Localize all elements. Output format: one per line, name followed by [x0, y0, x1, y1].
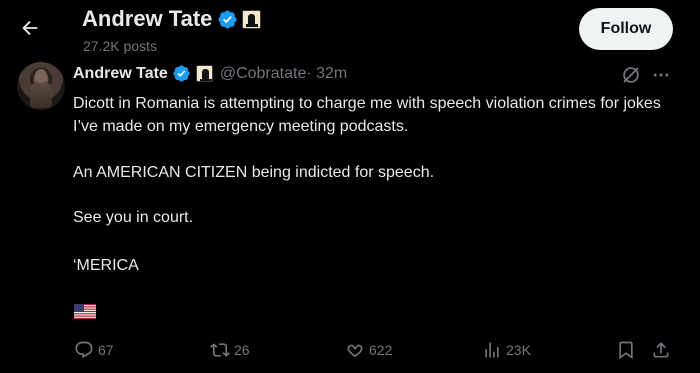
repost-button[interactable]: 26: [210, 336, 250, 364]
like-button[interactable]: 622: [345, 336, 392, 364]
heart-icon: [347, 344, 363, 358]
verified-badge-icon: [218, 10, 237, 28]
header-display-name: Andrew Tate: [82, 6, 213, 31]
bookmark-icon: [619, 341, 633, 360]
tweet-author-handle[interactable]: @Cobratate: [220, 65, 307, 83]
post-count: 27.2K posts: [83, 38, 157, 54]
bookmark-button[interactable]: [616, 336, 636, 364]
avatar-figure-head: [35, 69, 47, 83]
affiliate-badge-icon: [242, 9, 262, 29]
like-count: 622: [369, 342, 393, 358]
back-button[interactable]: [14, 12, 46, 44]
tweet-author-row: Andrew Tate @Cobratate · 32m: [73, 64, 347, 83]
verified-badge-icon: [173, 65, 190, 82]
avatar-figure-body: [30, 82, 52, 108]
arrow-left-icon: [22, 20, 38, 36]
tweet-paragraph: An AMERICAN CITIZEN being indicted for s…: [73, 164, 435, 181]
share-icon: [653, 342, 669, 358]
grok-icon[interactable]: [620, 64, 642, 86]
tweet-paragraph: See you in court.: [73, 209, 194, 226]
more-options-icon[interactable]: [650, 64, 672, 86]
avatar[interactable]: [17, 62, 65, 110]
tweet-paragraph: Dicott in Romania is attempting to charg…: [73, 95, 661, 135]
profile-header: Andrew Tate 27.2K posts Follow: [0, 0, 700, 62]
reply-icon: [75, 341, 93, 359]
share-button[interactable]: [651, 336, 671, 364]
views-button[interactable]: 23K: [482, 336, 531, 364]
affiliate-badge-icon: [195, 65, 213, 82]
header-name-row: Andrew Tate: [82, 6, 262, 32]
views-chart-icon: [485, 342, 499, 358]
repost-icon: [210, 343, 230, 357]
tweet-author-name[interactable]: Andrew Tate: [73, 65, 168, 83]
tweet-paragraph: ‘MERICA: [73, 257, 139, 274]
repost-count: 26: [234, 342, 250, 358]
views-count: 23K: [506, 342, 531, 358]
tweet-actions-bar: 67 26 622 23K: [0, 336, 700, 364]
tweet-timestamp[interactable]: · 32m: [306, 65, 347, 83]
us-flag-icon: [74, 304, 96, 319]
reply-count: 67: [98, 342, 114, 358]
follow-button[interactable]: Follow: [579, 8, 673, 50]
reply-button[interactable]: 67: [74, 336, 114, 364]
